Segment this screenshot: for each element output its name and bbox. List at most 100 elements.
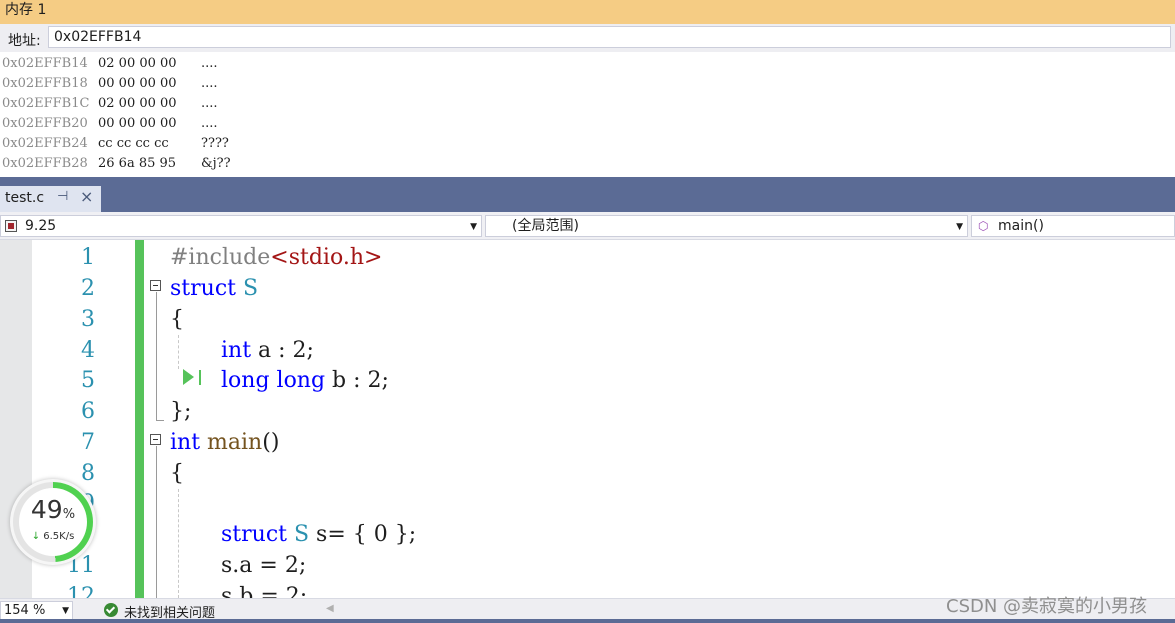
memory-ascii: .... — [201, 116, 218, 131]
chevron-down-icon: ▼ — [62, 606, 69, 616]
code-text: () — [262, 430, 280, 455]
memory-ascii: .... — [201, 56, 218, 71]
memory-address: 0x02EFFB24 — [2, 136, 88, 151]
keyword: struct — [170, 276, 236, 301]
tab-test-c[interactable]: test.c ⊣ × — [0, 186, 101, 212]
download-speed-value: 6.5K/s — [43, 531, 75, 542]
change-tracking-bar — [135, 240, 144, 598]
indent-guide — [178, 489, 179, 598]
memory-window-title: 内存 1 — [0, 0, 1175, 24]
indent-guide — [178, 335, 179, 369]
code-text: }; — [170, 399, 192, 424]
memory-row: 0x02EFFB14 02 00 00 00 .... — [0, 54, 1175, 74]
memory-ascii: .... — [201, 96, 218, 111]
address-label: 地址: — [8, 33, 41, 49]
pin-icon[interactable]: ⊣ — [57, 189, 68, 204]
zoom-value: 154 % — [4, 603, 46, 618]
line-number: 1 — [81, 245, 95, 270]
network-speed-widget[interactable]: 49% ↓ 6.5K/s — [10, 479, 96, 565]
document-tab-well: test.c ⊣ × — [0, 177, 1175, 212]
line-number: 12 — [67, 584, 95, 598]
include-header: <stdio.h> — [270, 245, 383, 270]
memory-address: 0x02EFFB20 — [2, 116, 88, 131]
memory-bytes[interactable]: 00 00 00 00 — [98, 74, 177, 94]
outline-guide-end — [156, 420, 164, 421]
memory-bytes[interactable]: 00 00 00 00 — [98, 114, 177, 134]
member-dropdown-value: main() — [998, 218, 1044, 234]
tab-label: test.c — [5, 190, 45, 206]
zoom-dropdown[interactable]: 154 % ▼ — [0, 601, 73, 621]
code-line: { — [170, 458, 184, 489]
keyword: int — [170, 430, 201, 455]
memory-bytes[interactable]: 02 00 00 00 — [98, 94, 177, 114]
project-dropdown-value: 9.25 — [25, 218, 57, 234]
memory-ascii: ???? — [201, 136, 229, 151]
type-name: S — [242, 276, 259, 301]
code-editor[interactable]: 1 2 3 4 5 6 7 8 9 10 11 12 #include<stdi… — [0, 240, 1175, 598]
memory-window-title-text: 内存 1 — [5, 2, 47, 18]
line-number: 7 — [81, 430, 95, 455]
scroll-left-arrow-icon[interactable]: ◀ — [326, 603, 334, 614]
memory-address: 0x02EFFB1C — [2, 96, 90, 111]
code-text: a : 2; — [251, 338, 314, 363]
scope-dropdown-value: (全局范围) — [512, 218, 579, 234]
network-usage-percent: 49% — [10, 495, 96, 524]
memory-bytes[interactable]: 02 00 00 00 — [98, 54, 177, 74]
code-line: s.b = 2; — [221, 581, 307, 598]
code-text: s.b = 2; — [221, 584, 308, 598]
code-line: s.a = 2; — [221, 550, 306, 581]
member-dropdown[interactable]: ⬡ main() — [971, 215, 1175, 237]
memory-row: 0x02EFFB28 26 6a 85 95 &j?? — [0, 154, 1175, 174]
memory-ascii: &j?? — [201, 156, 231, 171]
project-icon — [5, 220, 17, 232]
line-number: 4 — [81, 338, 95, 363]
preprocessor-directive: #include — [170, 245, 271, 270]
type-name: S — [293, 522, 310, 547]
outline-guide — [156, 292, 157, 421]
download-speed: ↓ 6.5K/s — [10, 531, 96, 542]
address-input[interactable]: 0x02EFFB14 — [48, 26, 1171, 48]
outline-guide — [156, 446, 157, 598]
bottom-border — [0, 619, 1175, 623]
address-bar: 地址: 0x02EFFB14 — [0, 24, 1175, 52]
memory-bytes[interactable]: cc cc cc cc — [98, 134, 169, 154]
chevron-down-icon: ▼ — [470, 222, 477, 232]
memory-row: 0x02EFFB20 00 00 00 00 .... — [0, 114, 1175, 134]
function-name: main — [207, 430, 263, 455]
memory-address: 0x02EFFB14 — [2, 56, 88, 71]
navigation-bar: 9.25 ▼ (全局范围) ▼ ⬡ main() — [0, 212, 1175, 240]
code-line: struct S — [170, 273, 258, 304]
keyword: long long — [221, 368, 326, 393]
code-line: struct S s= { 0 }; — [221, 519, 416, 550]
percent-sign: % — [62, 507, 76, 522]
code-text: s= { 0 }; — [309, 522, 417, 547]
check-circle-icon[interactable] — [104, 603, 118, 617]
line-number: 6 — [81, 399, 95, 424]
chevron-down-icon: ▼ — [956, 222, 963, 232]
code-text: b : 2; — [325, 368, 389, 393]
cube-icon: ⬡ — [978, 219, 989, 233]
step-into-bar-icon — [199, 370, 201, 385]
code-text: { — [170, 307, 184, 332]
memory-address: 0x02EFFB18 — [2, 76, 88, 91]
project-dropdown[interactable]: 9.25 ▼ — [0, 215, 482, 237]
step-into-arrow-icon[interactable] — [183, 369, 194, 385]
line-number: 3 — [81, 307, 95, 332]
keyword: int — [221, 338, 252, 363]
percent-value: 49 — [30, 495, 63, 524]
memory-row: 0x02EFFB1C 02 00 00 00 .... — [0, 94, 1175, 114]
collapse-toggle[interactable] — [150, 280, 161, 291]
download-arrow-icon: ↓ — [31, 531, 41, 542]
memory-ascii: .... — [201, 76, 218, 91]
code-line: long long b : 2; — [221, 365, 389, 396]
code-line: #include<stdio.h> — [170, 242, 382, 273]
code-text: s.a = 2; — [221, 553, 307, 578]
watermark: CSDN @卖寂寞的小男孩 — [946, 596, 1148, 617]
close-icon[interactable]: × — [80, 187, 93, 206]
collapse-toggle[interactable] — [150, 434, 161, 445]
memory-bytes[interactable]: 26 6a 85 95 — [98, 154, 176, 174]
keyword: struct — [221, 522, 287, 547]
code-line: int a : 2; — [221, 335, 314, 366]
line-number: 2 — [81, 276, 95, 301]
scope-dropdown[interactable]: (全局范围) ▼ — [485, 215, 968, 237]
